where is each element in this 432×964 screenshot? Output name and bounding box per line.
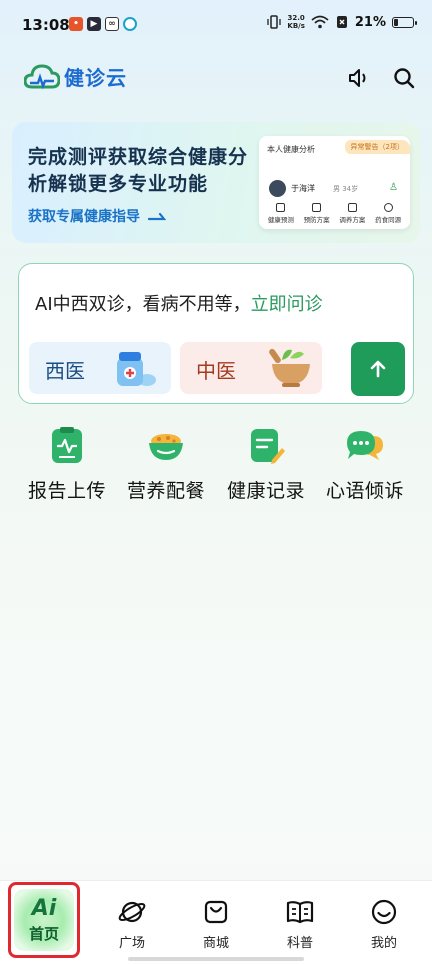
card-item-label: 药食同源 (375, 216, 402, 224)
notification-icons: • ▶ ∞ (69, 17, 137, 31)
home-highlight: Ai 首页 (14, 889, 74, 951)
status-bar: 13:08 • ▶ ∞ 32.0 KB/s 21% (0, 0, 432, 50)
search-button[interactable] (391, 65, 417, 91)
card-title: 本人健康分析 (267, 145, 315, 154)
card-item-label: 预防方案 (303, 216, 330, 224)
health-record-button[interactable]: 健康记录 (216, 426, 316, 503)
nutrition-meal-label: 营养配餐 (126, 480, 205, 502)
conditioning-icon (347, 203, 357, 212)
card-item: 药食同源 (370, 203, 406, 224)
vibrate-icon (267, 15, 282, 29)
prediction-icon (276, 203, 286, 212)
quick-actions: 报告上传 营养配餐 健康记录 心语倾诉 (0, 426, 432, 506)
card-item: 预防方案 (299, 203, 335, 224)
medicine-bottle-icon (117, 352, 156, 386)
ai-consult-card: AI中西双诊，看病不用等，立即问诊 西医 中医 (18, 263, 414, 404)
banner-link-label: 获取专属健康指导 (28, 209, 140, 225)
consult-prompt-text: AI中西双诊，看病不用等， (35, 294, 251, 315)
app-name: 健诊云 (64, 65, 127, 90)
shopping-bag-icon (202, 898, 230, 926)
battery-percentage: 21% (354, 14, 386, 30)
western-medicine-label: 西医 (45, 359, 85, 383)
video-app-icon: ▶ (87, 17, 101, 31)
sim-signal-icon (336, 16, 347, 28)
food-medicine-icon (383, 203, 393, 212)
nutrition-meal-button[interactable]: 营养配餐 (116, 426, 216, 503)
arrow-right-icon (148, 212, 166, 221)
report-upload-label: 报告上传 (27, 480, 106, 502)
card-items: 健康预测 预防方案 调养方案 药食同源 (263, 203, 406, 224)
send-button[interactable] (351, 342, 405, 396)
warning-badge: 异常警告（2项） (344, 140, 410, 154)
circle-app-icon (123, 17, 137, 31)
ai-badge-icon: Ai (31, 895, 57, 921)
card-item: 健康预测 (263, 203, 299, 224)
card-item-label: 健康预测 (267, 216, 294, 224)
app-notification-icon: • (69, 17, 83, 31)
user-meta: 男 34岁 (333, 185, 359, 193)
health-record-label: 健康记录 (226, 480, 305, 502)
consult-now-link[interactable]: 立即问诊 (251, 294, 323, 315)
gesture-bar[interactable] (128, 957, 304, 961)
search-icon (394, 68, 415, 89)
status-time: 13:08 (22, 16, 70, 34)
speed-unit: KB/s (287, 22, 305, 30)
banner-title: 完成测评获取综合健康分析解锁更多专业功能 (28, 146, 249, 195)
wifi-icon (311, 15, 329, 29)
nutrition-bowl-icon (149, 434, 183, 460)
card-item-label: 调养方案 (339, 216, 366, 224)
health-assessment-banner[interactable]: 完成测评获取综合健康分析解锁更多专业功能 获取专属健康指导 本人健康分析 异常警… (12, 122, 420, 243)
nav-profile[interactable]: 我的 (341, 881, 427, 964)
nav-science[interactable]: 科普 (257, 881, 343, 964)
battery-icon (392, 16, 417, 28)
speaker-button[interactable] (346, 65, 372, 91)
card-item: 调养方案 (335, 203, 371, 224)
arrow-up-icon (370, 360, 386, 378)
health-analysis-card: 本人健康分析 异常警告（2项） 于海洋 男 34岁 ♙ 健康预测 预防方案 调养… (259, 136, 410, 229)
cloud-logo-icon (24, 64, 60, 90)
book-icon (286, 898, 314, 926)
user-settings-icon: ♙ (389, 182, 398, 193)
nav-mall-label: 商城 (202, 936, 229, 951)
speaker-icon (349, 69, 366, 87)
confide-button[interactable]: 心语倾诉 (315, 426, 415, 503)
nav-science-label: 科普 (286, 936, 313, 951)
nav-square-label: 广场 (118, 936, 145, 951)
confide-label: 心语倾诉 (325, 480, 404, 502)
user-name: 于海洋 (291, 184, 315, 193)
chat-bubbles-icon (347, 431, 383, 460)
health-record-icon (251, 429, 285, 464)
western-medicine-button[interactable]: 西医 (29, 342, 171, 394)
speed-value: 32.0 (287, 14, 305, 22)
smiley-icon (370, 898, 398, 926)
consult-prompt[interactable]: AI中西双诊，看病不用等，立即问诊 (35, 290, 323, 316)
avatar (269, 180, 286, 197)
nav-home[interactable]: Ai 首页 (8, 882, 80, 958)
planet-icon (118, 898, 146, 926)
app-header: 健诊云 (0, 55, 432, 103)
status-right: 32.0 KB/s 21% (267, 14, 417, 30)
chinese-medicine-label: 中医 (196, 359, 236, 383)
herbal-mortar-icon (269, 348, 310, 387)
nav-profile-label: 我的 (370, 936, 397, 951)
report-upload-icon (52, 427, 82, 463)
app-logo: 健诊云 (24, 61, 127, 91)
report-upload-button[interactable]: 报告上传 (17, 426, 117, 503)
banner-link[interactable]: 获取专属健康指导 (28, 206, 166, 226)
battery-level (394, 18, 398, 26)
chinese-medicine-button[interactable]: 中医 (180, 342, 322, 394)
link-app-icon: ∞ (105, 17, 119, 31)
network-speed: 32.0 KB/s (287, 14, 304, 30)
prevention-icon (312, 203, 322, 212)
nav-square[interactable]: 广场 (89, 881, 175, 964)
nav-mall[interactable]: 商城 (173, 881, 259, 964)
nav-home-label: 首页 (28, 924, 59, 943)
